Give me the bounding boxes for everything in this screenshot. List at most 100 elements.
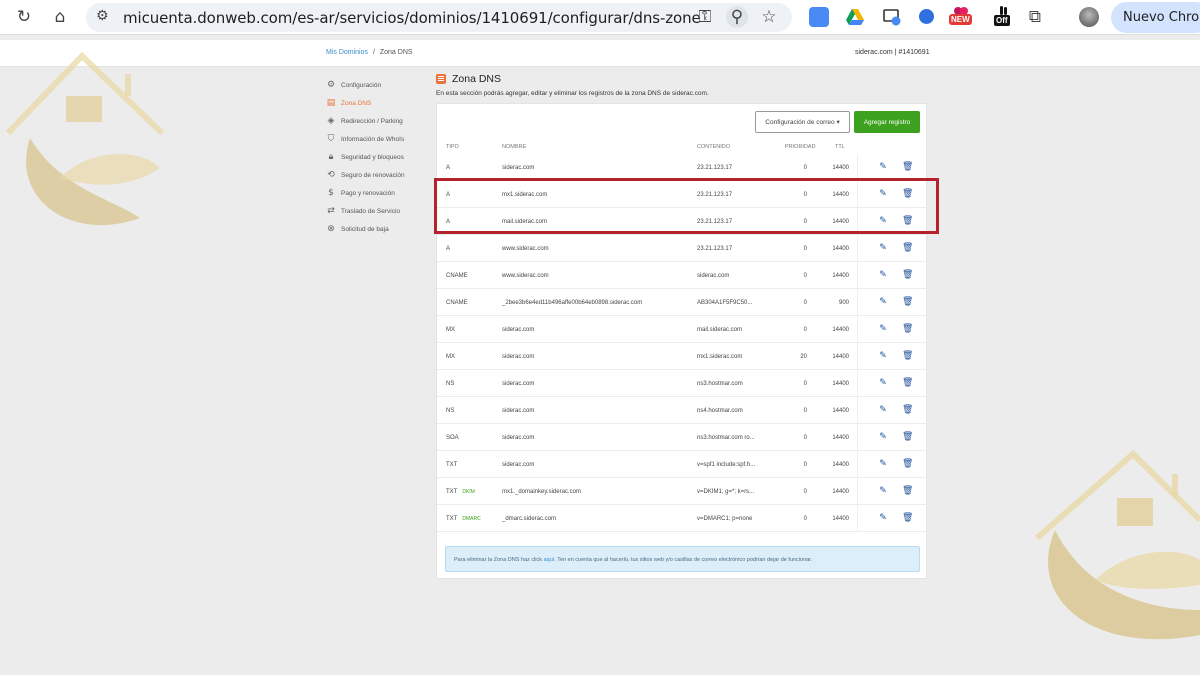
translate-extension-icon[interactable] [809, 7, 829, 27]
breadcrumb-link-domains[interactable]: Mis Dominios [326, 49, 368, 56]
edit-pencil-icon[interactable]: ✎ [878, 432, 888, 442]
mail-config-dropdown[interactable]: Configuración de correo ▾ [755, 111, 850, 133]
record-ttl: 14400 [832, 408, 849, 414]
column-header-type: TIPO [446, 144, 459, 150]
delete-zone-link[interactable]: aquí [544, 557, 555, 563]
house-logo-watermark [5, 51, 165, 226]
record-name: siderac.com [502, 462, 535, 468]
record-priority: 0 [803, 165, 807, 171]
sidebar-item-label: Zona DNS [341, 99, 372, 107]
bookmark-star-icon[interactable]: ☆ [758, 6, 780, 28]
delete-trash-icon[interactable]: 🗑︎ [902, 486, 913, 496]
avatar[interactable] [1079, 7, 1099, 27]
delete-trash-icon[interactable]: 🗑︎ [902, 162, 913, 172]
row-divider [857, 451, 858, 478]
dns-record-row: NS siderac.com ns4.hostmar.com 0 14400 ✎ 🗑︎ [437, 397, 928, 424]
delete-trash-icon[interactable]: 🗑︎ [902, 324, 913, 334]
record-ttl: 14400 [832, 246, 849, 252]
home-icon[interactable]: ⌂ [49, 6, 71, 28]
sidebar-item-baja[interactable]: ⊗ Solicitud de baja [326, 220, 436, 238]
record-ttl: 14400 [832, 273, 849, 279]
profile-button[interactable]: Nuevo Chrome [1111, 2, 1200, 33]
record-name: mx1._domainkey.siderac.com [502, 489, 581, 495]
record-ttl: 14400 [832, 381, 849, 387]
transfer-icon: ⇄ [327, 206, 335, 216]
page-title-text: Zona DNS [452, 73, 502, 85]
delete-trash-icon[interactable]: 🗑︎ [902, 351, 913, 361]
sidebar-item-label: Información de WhoIs [341, 135, 405, 143]
record-ttl: 14400 [832, 165, 849, 171]
record-content: 23.21.123.17 [697, 165, 733, 171]
house-logo-watermark [1035, 449, 1200, 640]
record-priority: 0 [803, 408, 807, 414]
sidebar-item-seguro-renovacion[interactable]: ⟲ Seguro de renovación [326, 166, 436, 184]
record-type-text: NS [446, 381, 455, 387]
row-divider [857, 262, 858, 289]
sidebar-item-traslado[interactable]: ⇄ Traslado de Servicio [326, 202, 436, 220]
edit-pencil-icon[interactable]: ✎ [878, 513, 888, 523]
record-ttl: 14400 [832, 435, 849, 441]
sidebar-item-label: Seguro de renovación [341, 171, 405, 179]
zoom-icon[interactable]: ⚲ [726, 6, 748, 28]
record-content: siderac.com [697, 273, 730, 279]
site-settings-icon[interactable]: ⚙ [96, 8, 109, 24]
reload-icon[interactable]: ↻ [13, 6, 35, 28]
record-type-text: MX [446, 354, 455, 360]
dns-record-row: NS siderac.com ns3.hostmar.com 0 14400 ✎ 🗑︎ [437, 370, 928, 397]
sidebar-item-seguridad[interactable]: 🔒︎ Seguridad y bloqueos [326, 148, 436, 166]
add-record-button[interactable]: Agregar registro [854, 111, 920, 133]
sidebar-item-redireccion[interactable]: ◈ Redirección / Parking [326, 112, 436, 130]
record-priority: 0 [803, 435, 807, 441]
address-bar[interactable]: ⚙ micuenta.donweb.com/es-ar/servicios/do… [86, 3, 792, 32]
delete-trash-icon[interactable]: 🗑︎ [902, 513, 913, 523]
sidebar-item-zona-dns[interactable]: ▤ Zona DNS [326, 94, 436, 112]
delete-trash-icon[interactable]: 🗑︎ [902, 405, 913, 415]
delete-trash-icon[interactable]: 🗑︎ [902, 432, 913, 442]
delete-trash-icon[interactable]: 🗑︎ [902, 270, 913, 280]
delete-trash-icon[interactable]: 🗑︎ [902, 243, 913, 253]
edit-pencil-icon[interactable]: ✎ [878, 459, 888, 469]
browser-toolbar: ↻ ⌂ ⚙ micuenta.donweb.com/es-ar/servicio… [0, 0, 1200, 35]
sidebar-item-pago[interactable]: $ Pago y renovación [326, 184, 436, 202]
history-icon: ⟲ [327, 170, 335, 180]
notice-text-after: . Ten en cuenta que al hacerlo, tus siti… [554, 557, 813, 563]
extensions-puzzle-icon[interactable]: ⧉ [1024, 6, 1046, 28]
edit-pencil-icon[interactable]: ✎ [878, 270, 888, 280]
column-header-priority: PRIORIDAD [785, 144, 816, 150]
sidebar-item-configuracion[interactable]: ⚙ Configuración [326, 76, 436, 94]
blue-dot-extension-icon[interactable] [919, 9, 934, 24]
edit-pencil-icon[interactable]: ✎ [878, 486, 888, 496]
record-type: A [446, 246, 450, 252]
dns-record-row: TXT siderac.com v=spf1 include:spf.h... 0 14… [437, 451, 928, 478]
off-badge: Off [994, 15, 1010, 26]
row-divider [857, 370, 858, 397]
edit-pencil-icon[interactable]: ✎ [878, 243, 888, 253]
record-type-text: NS [446, 408, 455, 414]
record-type-text: CNAME [446, 300, 468, 306]
edit-pencil-icon[interactable]: ✎ [878, 351, 888, 361]
redirect-icon: ◈ [327, 116, 335, 126]
edit-pencil-icon[interactable]: ✎ [878, 297, 888, 307]
edit-pencil-icon[interactable]: ✎ [878, 405, 888, 415]
record-name: siderac.com [502, 408, 535, 414]
drive-extension-icon[interactable] [845, 7, 865, 27]
table-header: TIPO NOMBRE CONTENIDO PRIORIDAD TTL [437, 144, 928, 154]
record-type: MX [446, 327, 455, 333]
record-priority: 0 [803, 462, 807, 468]
edit-pencil-icon[interactable]: ✎ [878, 324, 888, 334]
record-type: NS [446, 381, 454, 387]
record-name: siderac.com [502, 381, 535, 387]
url-text: micuenta.donweb.com/es-ar/servicios/domi… [123, 9, 701, 27]
delete-trash-icon[interactable]: 🗑︎ [902, 459, 913, 469]
screen-cast-extension-icon[interactable] [882, 7, 902, 27]
record-type-text: TXT [446, 489, 458, 495]
edit-pencil-icon[interactable]: ✎ [878, 378, 888, 388]
key-icon[interactable]: ⚿ [694, 6, 716, 28]
record-tag: DMARC [462, 516, 481, 522]
edit-pencil-icon[interactable]: ✎ [878, 162, 888, 172]
delete-trash-icon[interactable]: 🗑︎ [902, 297, 913, 307]
dollar-icon: $ [328, 188, 334, 198]
new-badge: NEW [949, 14, 972, 25]
sidebar-item-whois[interactable]: ⛉ Información de WhoIs [326, 130, 436, 148]
delete-trash-icon[interactable]: 🗑︎ [902, 378, 913, 388]
